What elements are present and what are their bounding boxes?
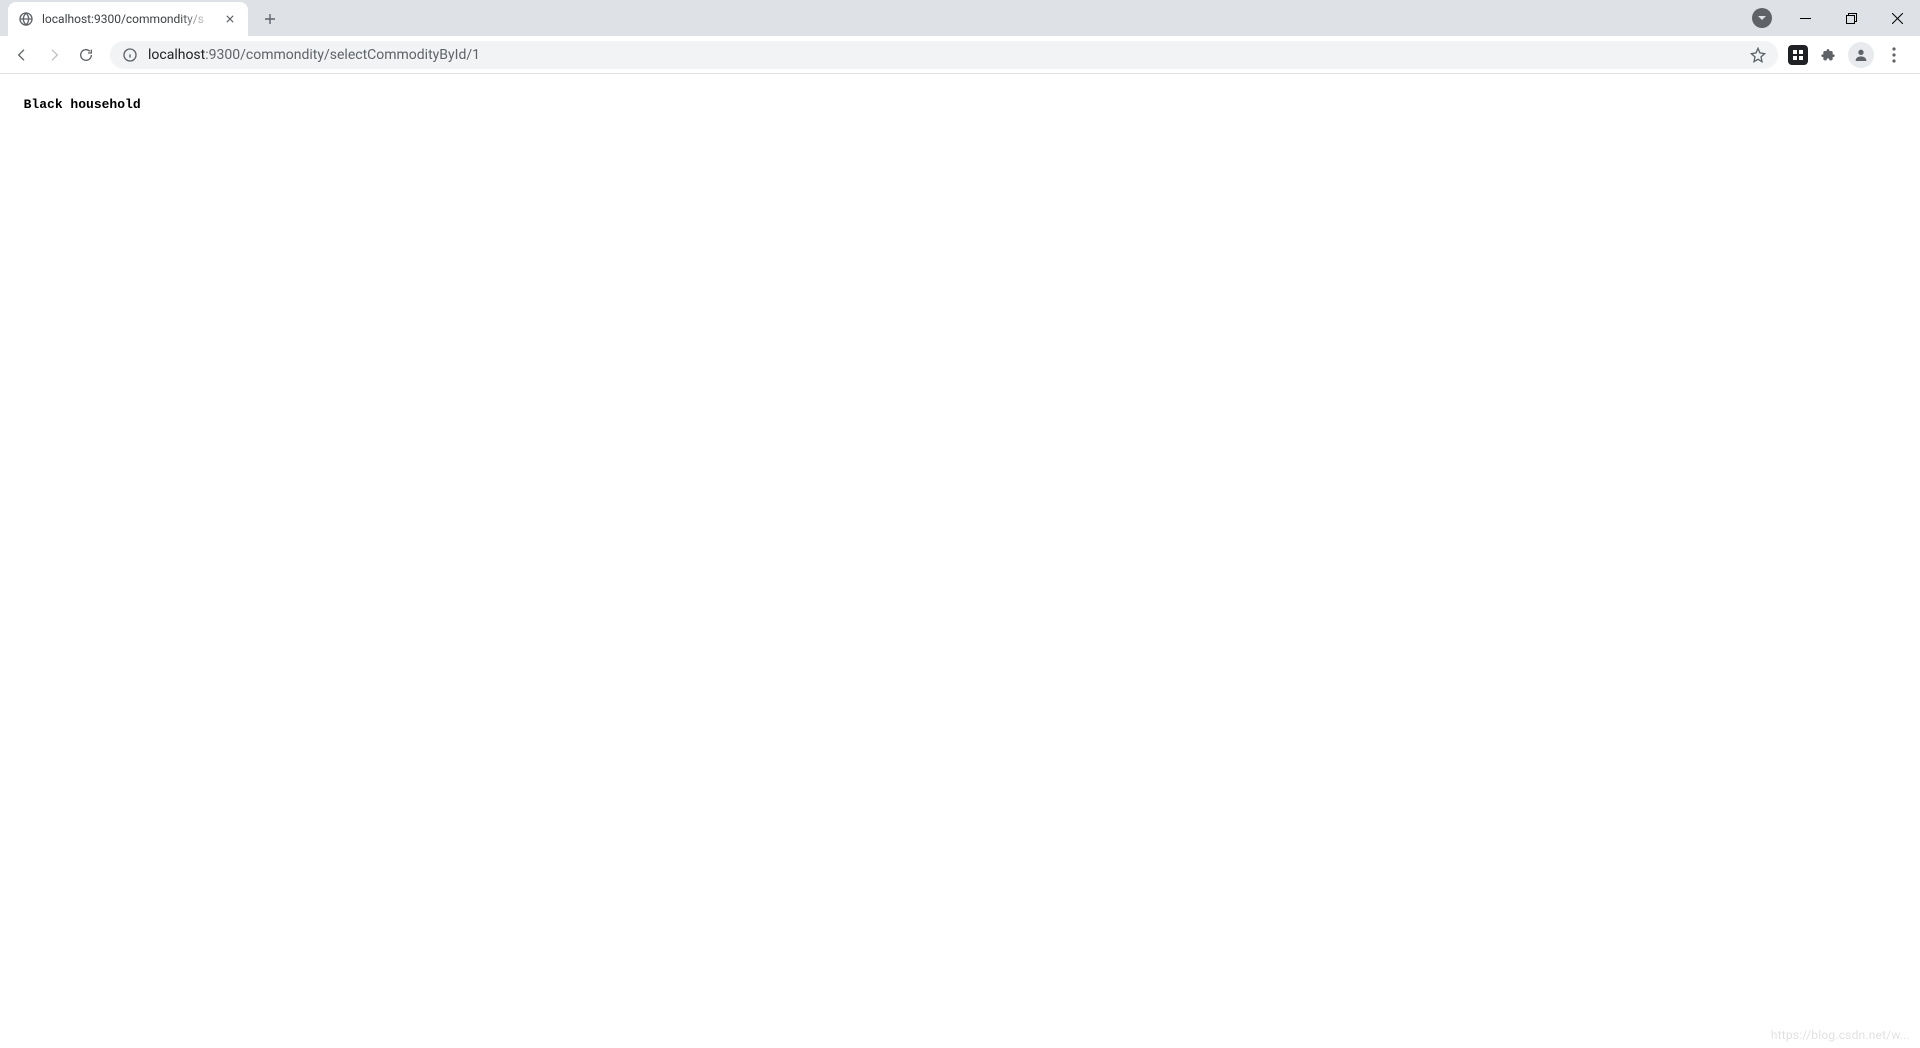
url-port: :9300 — [205, 47, 240, 63]
back-button[interactable] — [8, 41, 36, 69]
site-info-icon[interactable] — [122, 47, 138, 63]
url-text: localhost:9300/commondity/selectCommodit… — [148, 47, 1740, 63]
response-text: Black household — [24, 97, 141, 112]
forward-button[interactable] — [40, 41, 68, 69]
watermark-text: https://blog.csdn.net/w... — [1771, 1028, 1910, 1042]
tab-bar: localhost:9300/commondity/s — [0, 0, 1920, 36]
browser-toolbar: localhost:9300/commondity/selectCommodit… — [0, 36, 1920, 74]
url-path: /commondity/selectCommodityById/1 — [240, 47, 480, 63]
profile-avatar-icon[interactable] — [1848, 42, 1874, 68]
globe-icon — [18, 11, 34, 27]
toolbar-right — [1788, 41, 1912, 69]
tab-title: localhost:9300/commondity/s — [42, 12, 214, 26]
close-tab-button[interactable] — [222, 11, 238, 27]
extensions-puzzle-icon[interactable] — [1814, 41, 1842, 69]
kebab-menu-icon[interactable] — [1880, 41, 1908, 69]
minimize-button[interactable] — [1782, 0, 1828, 36]
browser-tab[interactable]: localhost:9300/commondity/s — [8, 2, 248, 36]
page-body: Black household — [0, 74, 1920, 120]
url-host: localhost — [148, 47, 205, 63]
address-bar[interactable]: localhost:9300/commondity/selectCommodit… — [110, 41, 1778, 69]
extension-icon[interactable] — [1788, 45, 1808, 65]
maximize-button[interactable] — [1828, 0, 1874, 36]
new-tab-button[interactable] — [256, 5, 284, 33]
bookmark-star-icon[interactable] — [1750, 47, 1766, 63]
close-window-button[interactable] — [1874, 0, 1920, 36]
account-indicator-icon[interactable] — [1752, 8, 1772, 28]
reload-button[interactable] — [72, 41, 100, 69]
window-controls — [1752, 0, 1920, 36]
